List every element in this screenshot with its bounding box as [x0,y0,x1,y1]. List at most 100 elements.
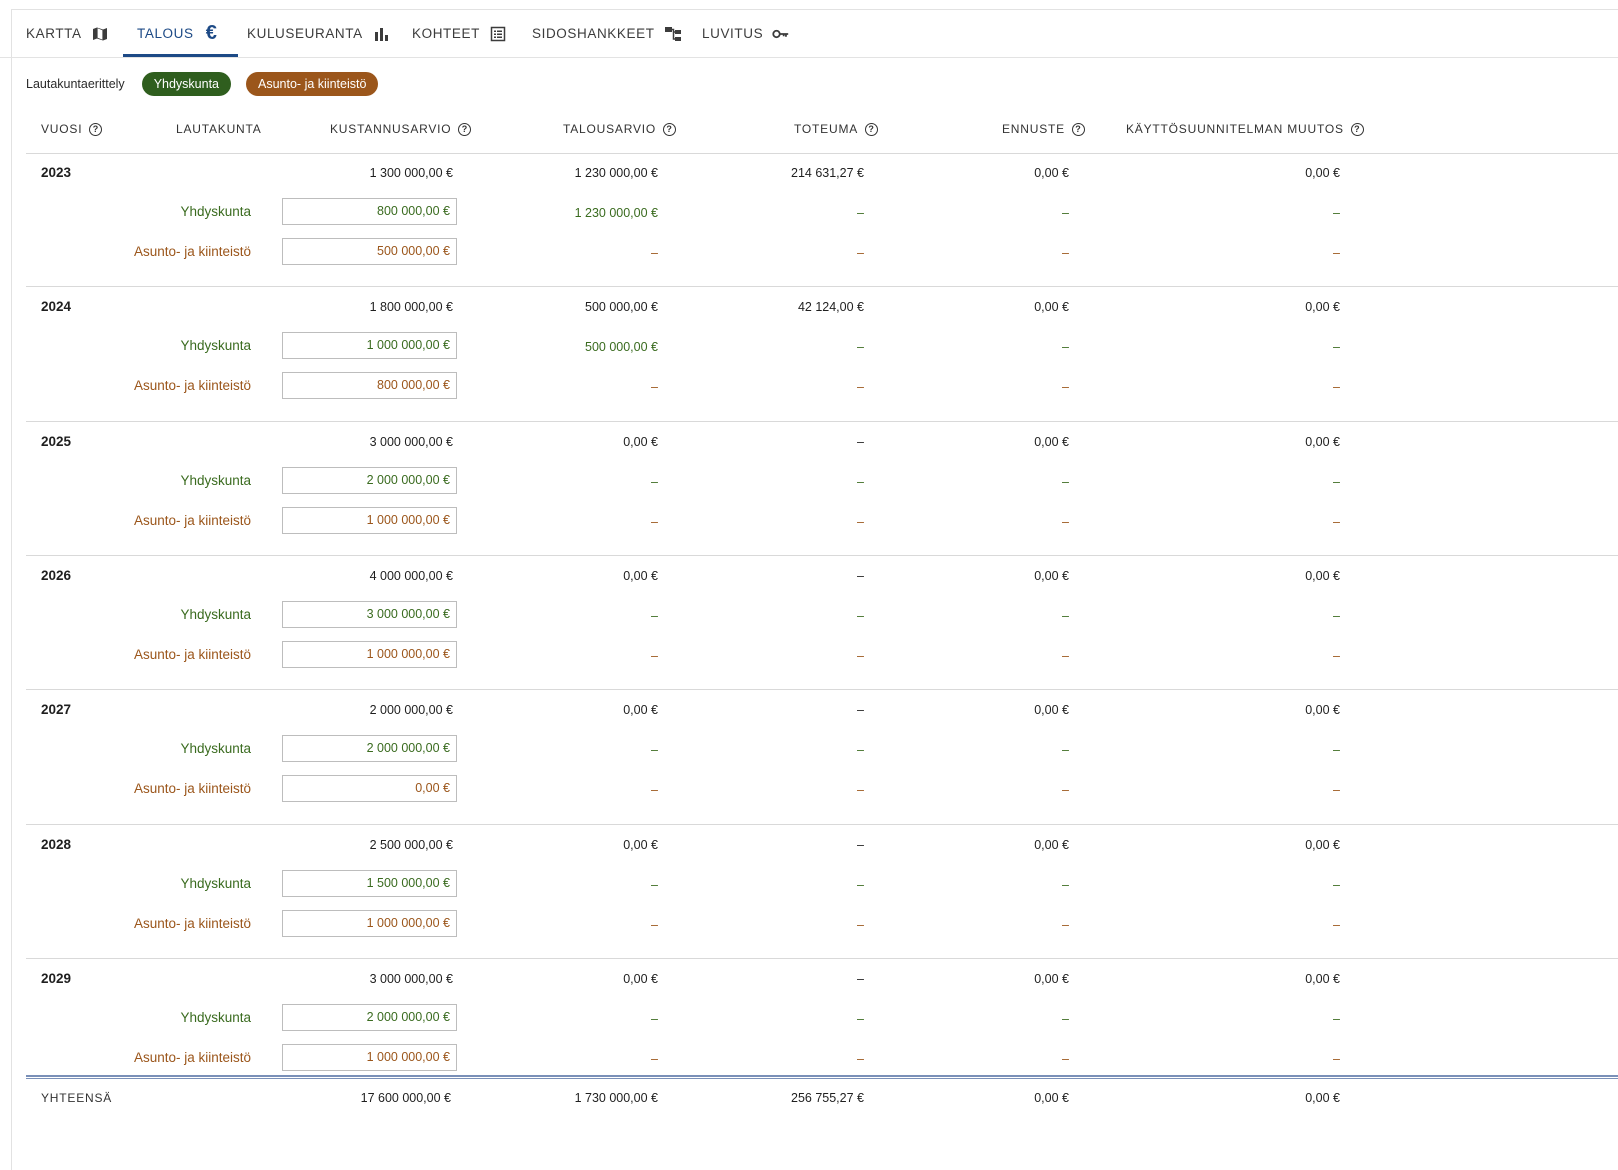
board-name: Yhdyskunta [180,472,251,488]
kustannusarvio-input[interactable]: 1 000 000,00 € [282,506,457,534]
board-toteuma: – [857,743,864,758]
board-muutos: – [1333,608,1340,623]
year-ennuste: 0,00 € [1034,971,1069,986]
kustannusarvio-input[interactable]: 1 500 000,00 € [282,869,457,897]
board-talousarvio: – [651,1011,658,1026]
year-kustannusarvio: 3 000 000,00 € [369,434,453,449]
year-muutos: 0,00 € [1305,568,1340,583]
kustannusarvio-input[interactable]: 2 000 000,00 € [282,1003,457,1031]
tab-label: KULUSEURANTA [247,26,363,41]
board-talousarvio: – [651,877,658,892]
header-label: KÄYTTÖSUUNNITELMAN MUUTOS [1126,122,1344,136]
kustannusarvio-input[interactable]: 3 000 000,00 € [282,600,457,628]
year-muutos: 0,00 € [1305,703,1340,718]
help-icon[interactable]: ? [89,122,103,136]
kustannusarvio-input[interactable]: 0,00 € [282,775,457,803]
map-icon [91,25,109,43]
kustannusarvio-input[interactable]: 1 000 000,00 € [282,909,457,937]
board-muutos: – [1333,917,1340,932]
board-talousarvio: – [651,1051,658,1066]
tab-label: KOHTEET [412,26,480,41]
year-group-divider [26,286,1618,288]
header-divider [26,153,1618,154]
help-icon[interactable]: ? [458,122,472,136]
header-kustannusarvio: KUSTANNUSARVIO? [330,122,472,136]
header-label: VUOSI [41,122,83,136]
header-toteuma: TOTEUMA? [794,122,879,136]
board-name: Yhdyskunta [180,606,251,622]
kustannusarvio-input[interactable]: 500 000,00 € [282,238,457,265]
kustannusarvio-input[interactable]: 1 000 000,00 € [282,332,457,360]
year-toteuma: – [857,837,864,852]
board-ennuste: – [1062,340,1069,355]
board-name: Yhdyskunta [180,204,251,219]
year-muutos: 0,00 € [1305,971,1340,986]
board-talousarvio: – [651,380,658,395]
help-icon[interactable]: ? [865,122,879,136]
board-ennuste: – [1062,877,1069,892]
board-muutos: – [1333,340,1340,355]
tab-talous[interactable]: TALOUS € [123,10,238,57]
year-toteuma: – [857,434,864,449]
year-muutos: 0,00 € [1305,166,1340,180]
kustannusarvio-input[interactable]: 800 000,00 € [282,372,457,400]
tab-kuluseuranta[interactable]: KULUSEURANTA [247,10,390,57]
year-group-divider [26,957,1618,959]
board-ennuste: – [1062,474,1069,489]
year-group-divider [26,554,1618,556]
year-ennuste: 0,00 € [1034,166,1069,180]
total-divider [26,1075,1618,1077]
year-muutos: 0,00 € [1305,434,1340,449]
year-group-divider [26,420,1618,422]
board-talousarvio: – [651,474,658,489]
year-kustannusarvio: 2 000 000,00 € [369,703,453,718]
board-ennuste: – [1062,783,1069,798]
tab-kartta[interactable]: KARTTA [26,10,109,57]
board-talousarvio: 500 000,00 € [585,340,658,355]
hierarchy-icon [664,25,682,43]
header-ennuste: ENNUSTE? [1002,122,1085,136]
header-vuosi: VUOSI? [41,122,103,136]
kustannusarvio-input[interactable]: 2 000 000,00 € [282,466,457,494]
board-talousarvio: – [651,783,658,798]
chip-asunto-kiinteisto[interactable]: Asunto- ja kiinteistö [246,72,379,96]
bar-chart-icon [372,25,390,43]
help-icon[interactable]: ? [1071,122,1085,136]
header-label: TOTEUMA [794,122,859,136]
kustannusarvio-input[interactable]: 800 000,00 € [282,198,457,225]
total-ennuste: 0,00 € [1034,1091,1069,1105]
help-icon[interactable]: ? [663,122,677,136]
board-muutos: – [1333,514,1340,529]
year-talousarvio: 500 000,00 € [585,300,658,315]
header-label: LAUTAKUNTA [176,122,262,136]
board-toteuma: – [857,608,864,623]
board-toteuma: – [857,648,864,663]
kustannusarvio-input[interactable]: 1 000 000,00 € [282,1043,457,1071]
year-ennuste: 0,00 € [1034,568,1069,583]
board-muutos: – [1333,474,1340,489]
board-toteuma: – [857,340,864,355]
kustannusarvio-input[interactable]: 2 000 000,00 € [282,735,457,763]
board-name: Asunto- ja kiinteistö [133,1049,251,1065]
year-talousarvio: 0,00 € [623,568,658,583]
chip-yhdyskunta[interactable]: Yhdyskunta [141,72,232,96]
year-talousarvio: 0,00 € [623,971,658,986]
help-icon[interactable]: ? [1350,122,1364,136]
tab-label: LUVITUS [702,26,764,41]
total-muutos: 0,00 € [1305,1091,1340,1105]
year-kustannusarvio: 2 500 000,00 € [369,837,453,852]
kustannusarvio-input[interactable]: 1 000 000,00 € [282,640,457,668]
board-name: Asunto- ja kiinteistö [133,378,251,394]
tab-luvitus[interactable]: LUVITUS [702,10,790,57]
year-muutos: 0,00 € [1305,837,1340,852]
year-toteuma: – [857,703,864,718]
year-ennuste: 0,00 € [1034,300,1069,315]
tab-sidoshankkeet[interactable]: SIDOSHANKKEET [532,10,682,57]
tab-kohteet[interactable]: KOHTEET [412,10,507,57]
board-name: Yhdyskunta [180,338,251,354]
content-frame [11,9,1618,1170]
year-kustannusarvio: 1 800 000,00 € [369,300,453,315]
board-toteuma: – [857,1011,864,1026]
board-muutos: – [1333,648,1340,663]
board-talousarvio: – [651,246,658,260]
